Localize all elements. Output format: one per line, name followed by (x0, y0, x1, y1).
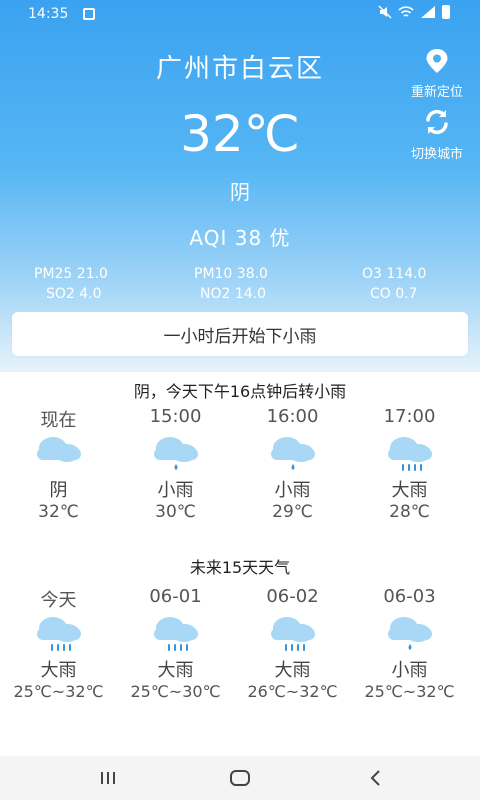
daily-item: 今天 大雨 25℃~32℃ (0, 586, 117, 701)
hourly-title: 阴，今天下午16点钟后转小雨 (133, 382, 347, 401)
hourly-condition: 小雨 (157, 480, 194, 501)
hourly-temperature: 29℃ (272, 502, 313, 522)
heavy-rain-icon (387, 437, 432, 471)
system-navigation-bar (0, 756, 480, 800)
hourly-temperature: 28℃ (389, 502, 430, 522)
hourly-condition: 小雨 (274, 480, 311, 501)
home-button[interactable] (220, 764, 260, 792)
daily-title: 未来15天天气 (189, 558, 291, 577)
daily-item: 06-03 小雨 25℃~32℃ (351, 586, 468, 701)
hourly-condition: 阴 (49, 480, 68, 501)
current-condition: 阴 (230, 180, 250, 204)
battery-icon (442, 5, 450, 19)
refresh-icon (426, 109, 448, 135)
pm25-value: PM25 21.0 (34, 266, 108, 282)
rain-alert-card: 一小时后开始下小雨 (12, 312, 468, 356)
back-icon (370, 770, 380, 786)
aqi-summary: AQI 38 优 (189, 226, 291, 250)
daily-condition: 小雨 (391, 660, 428, 681)
wifi-icon (398, 6, 414, 17)
daily-temperature-range: 26℃~32℃ (247, 682, 338, 701)
daily-condition: 大雨 (40, 660, 77, 681)
daily-condition: 大雨 (157, 660, 194, 681)
hourly-forecast: 阴，今天下午16点钟后转小雨 现在 阴 32℃ 15:00 小雨 30℃ 16:… (0, 372, 480, 540)
light-rain-icon (270, 437, 315, 470)
rain-alert-text: 一小时后开始下小雨 (163, 326, 317, 347)
recent-apps-icon (101, 772, 115, 784)
daily-date: 06-02 (266, 586, 319, 607)
app-notification-icon (83, 8, 95, 20)
co-value: CO 0.7 (370, 286, 418, 302)
hourly-item: 16:00 小雨 29℃ (234, 406, 351, 522)
hourly-item: 17:00 大雨 28℃ (351, 406, 468, 522)
status-time: 14:35 (28, 6, 69, 22)
daily-condition: 大雨 (274, 660, 311, 681)
pm10-value: PM10 38.0 (194, 266, 268, 282)
so2-value: SO2 4.0 (46, 286, 102, 302)
hourly-time: 现在 (40, 410, 77, 431)
heavy-rain-icon (270, 617, 315, 651)
light-rain-icon (153, 437, 198, 470)
relocate-label: 重新定位 (410, 85, 463, 100)
hourly-item: 现在 阴 32℃ (0, 406, 117, 522)
hourly-temperature: 32℃ (38, 502, 79, 522)
daily-date: 今天 (40, 590, 77, 611)
signal-icon (421, 6, 435, 18)
hourly-time: 17:00 (383, 406, 436, 427)
daily-item: 06-01 大雨 25℃~30℃ (117, 586, 234, 701)
heavy-rain-icon (36, 617, 81, 651)
daily-item: 06-02 大雨 26℃~32℃ (234, 586, 351, 701)
heavy-rain-icon (153, 617, 198, 651)
cloud-icon (36, 437, 81, 462)
back-button[interactable] (356, 764, 396, 792)
hourly-temperature: 30℃ (155, 502, 196, 522)
light-rain-icon (387, 617, 432, 650)
hourly-time: 16:00 (266, 406, 319, 427)
hourly-item: 15:00 小雨 30℃ (117, 406, 234, 522)
home-icon (230, 770, 250, 786)
switch-city-label: 切换城市 (410, 147, 463, 162)
hourly-condition: 大雨 (391, 480, 428, 501)
hourly-time: 15:00 (149, 406, 202, 427)
recent-apps-button[interactable] (88, 764, 128, 792)
pollutant-panel: PM25 21.0 PM10 38.0 O3 114.0 SO2 4.0 NO2… (0, 266, 480, 306)
switch-city-button[interactable]: 切换城市 (402, 108, 472, 162)
daily-temperature-range: 25℃~32℃ (13, 682, 104, 701)
daily-temperature-range: 25℃~32℃ (364, 682, 455, 701)
no2-value: NO2 14.0 (200, 286, 267, 302)
daily-forecast: 未来15天天气 今天 大雨 25℃~32℃ 06-01 大雨 25℃~30℃ 0… (0, 540, 480, 756)
relocate-button[interactable]: 重新定位 (402, 48, 472, 100)
daily-date: 06-01 (149, 586, 202, 607)
mute-icon (378, 5, 392, 19)
daily-temperature-range: 25℃~30℃ (130, 682, 221, 701)
location-pin-icon (426, 49, 448, 73)
status-icons (378, 5, 450, 19)
status-bar: 14:35 (0, 0, 480, 28)
daily-date: 06-03 (383, 586, 436, 607)
o3-value: O3 114.0 (362, 266, 427, 282)
